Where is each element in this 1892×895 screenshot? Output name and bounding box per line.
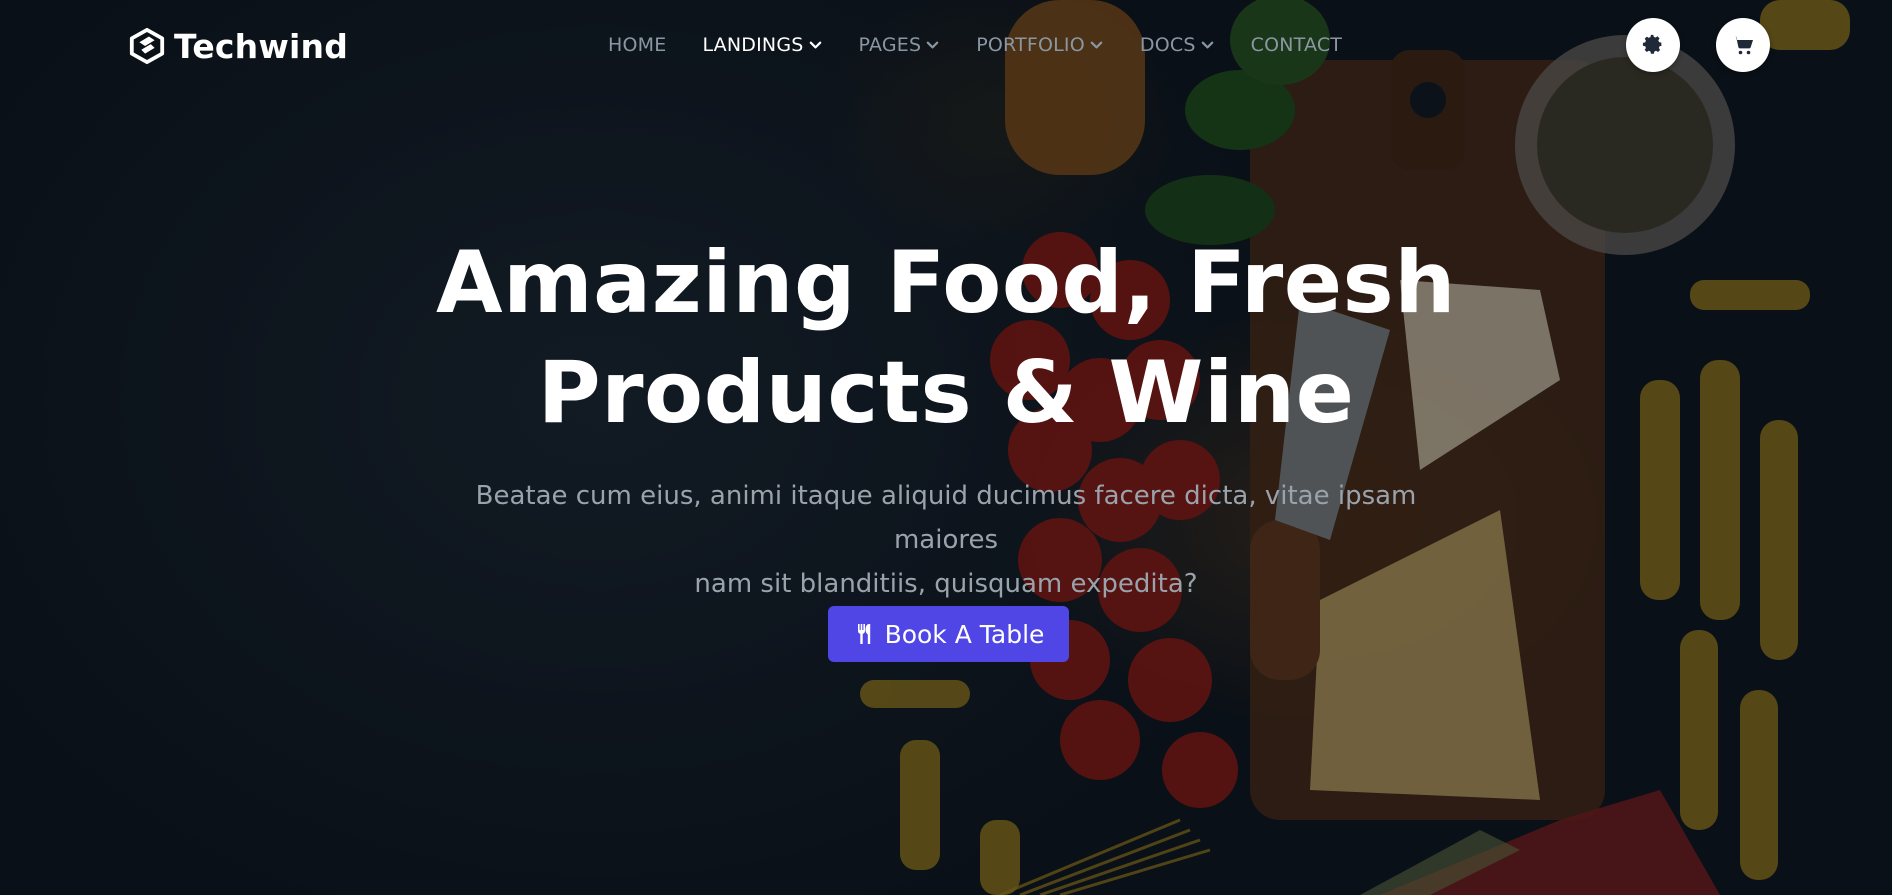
chevron-down-icon: [926, 41, 939, 48]
nav-item-label: PAGES: [858, 34, 922, 56]
shopping-cart-icon: [1733, 35, 1753, 55]
nav-item-pages[interactable]: PAGES: [859, 34, 941, 56]
nav-item-docs[interactable]: DOCS: [1140, 34, 1215, 56]
nav-item-portfolio[interactable]: PORTFOLIO: [976, 34, 1104, 56]
nav-item-label: CONTACT: [1250, 34, 1343, 56]
hero-title-line: Amazing Food, Fresh: [436, 233, 1456, 333]
nav-item-label: DOCS: [1139, 34, 1196, 56]
gear-icon: [1642, 34, 1662, 54]
nav-item-label: LANDINGS: [702, 34, 804, 56]
utensils-icon: [857, 624, 870, 644]
hero-subtitle: Beatae cum eius, animi itaque aliquid du…: [446, 474, 1446, 606]
hero-subtitle-line: Beatae cum eius, animi itaque aliquid du…: [475, 481, 1417, 555]
hero-title: Amazing Food, Fresh Products & Wine: [0, 228, 1892, 448]
chevron-down-icon: [1201, 41, 1213, 48]
nav-item-label: PORTFOLIO: [976, 34, 1085, 56]
main-nav: HOME LANDINGS PAGES PORTFOLIO DOCS CONTA…: [608, 30, 1378, 60]
nav-item-home[interactable]: HOME: [608, 34, 666, 56]
techwind-logo-icon: [129, 27, 165, 65]
hero-title-line: Products & Wine: [537, 343, 1355, 443]
settings-button[interactable]: [1626, 18, 1680, 72]
cta-label: Book A Table: [884, 619, 1045, 649]
nav-item-landings[interactable]: LANDINGS: [702, 34, 822, 56]
chevron-down-icon: [1090, 41, 1103, 48]
brand-name: Techwind: [174, 26, 349, 66]
nav-item-label: HOME: [608, 34, 667, 56]
cart-button[interactable]: [1716, 18, 1770, 72]
chevron-down-icon: [809, 41, 821, 48]
book-table-button[interactable]: Book A Table: [828, 606, 1069, 662]
nav-item-contact[interactable]: CONTACT: [1251, 34, 1343, 56]
hero-subtitle-line: nam sit blanditiis, quisquam expedita?: [694, 569, 1198, 599]
brand-logo[interactable]: Techwind: [128, 24, 348, 68]
